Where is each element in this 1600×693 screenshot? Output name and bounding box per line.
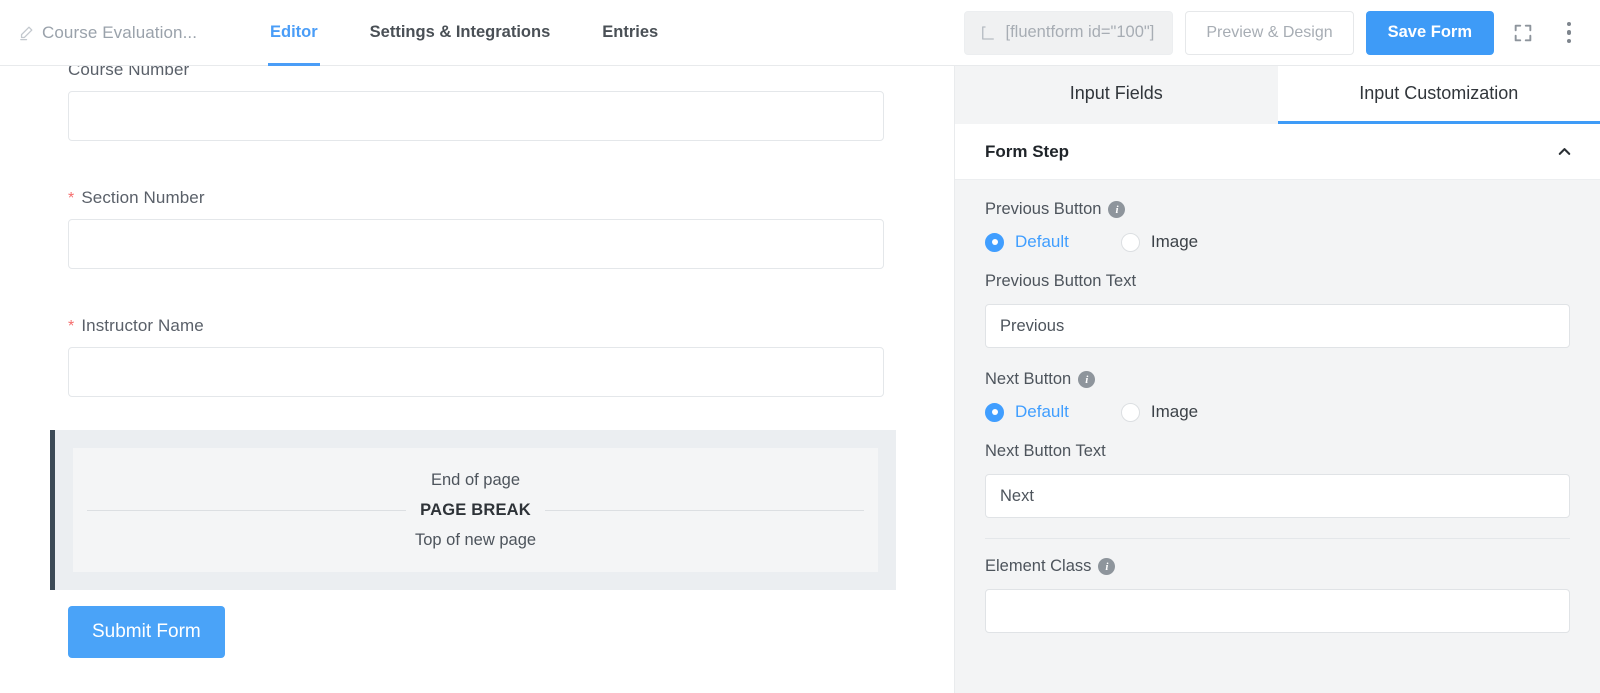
- field-label-section-number: * Section Number: [68, 188, 884, 208]
- nav-tab-settings-label: Settings & Integrations: [369, 23, 551, 41]
- pencil-icon: [18, 24, 35, 41]
- info-icon[interactable]: i: [1078, 371, 1096, 388]
- header-actions: [fluentform id="100"] Preview & Design S…: [963, 10, 1587, 55]
- radio-previous-image-label: Image: [1150, 232, 1199, 251]
- submit-form-button[interactable]: Submit Form: [68, 606, 225, 658]
- tab-input-customization[interactable]: Input Customization: [1277, 66, 1600, 124]
- tab-input-fields[interactable]: Input Fields: [955, 66, 1278, 124]
- setting-previous-button: Previous Button i Default Image Previous…: [985, 200, 1570, 348]
- setting-label-text: Next Button Text: [985, 442, 1106, 460]
- form-step-settings: Previous Button i Default Image Previous…: [955, 180, 1600, 693]
- form-step-title: Form Step: [985, 141, 1070, 161]
- radio-next-image[interactable]: Image: [1120, 402, 1199, 422]
- form-title: Course Evaluation...: [42, 22, 198, 42]
- nav-tab-editor-label: Editor: [270, 23, 318, 41]
- setting-label-next-button-text: Next Button Text: [985, 442, 1570, 461]
- radio-indicator: [985, 402, 1004, 422]
- setting-label-text: Previous Button: [985, 200, 1102, 218]
- form-builder-app: Course Evaluation... Editor Settings & I…: [0, 0, 1600, 693]
- shortcode-bracket-icon: [979, 24, 997, 42]
- form-canvas: Course Number * Section Number * Instruc…: [0, 66, 955, 693]
- page-break-line-right: [544, 509, 865, 511]
- form-step-section-header[interactable]: Form Step: [955, 124, 1600, 180]
- field-label-text: Section Number: [81, 188, 205, 207]
- page-break-top-text: End of page: [431, 470, 520, 489]
- form-title-group[interactable]: Course Evaluation...: [18, 23, 218, 43]
- main-nav: Editor Settings & Integrations Entries: [244, 0, 684, 66]
- tab-input-fields-label: Input Fields: [1069, 83, 1163, 103]
- kebab-dots: [1566, 21, 1572, 44]
- radio-indicator: [1120, 402, 1140, 422]
- shortcode-field[interactable]: [fluentform id="100"]: [963, 10, 1174, 55]
- settings-panel: Input Fields Input Customization Form St…: [955, 66, 1600, 693]
- field-label-text: Course Number: [68, 66, 190, 79]
- radio-next-default[interactable]: Default: [985, 402, 1069, 422]
- page-break-label: PAGE BREAK: [420, 500, 531, 519]
- radio-previous-default[interactable]: Default: [985, 232, 1069, 252]
- field-input-course-number[interactable]: [68, 91, 884, 141]
- setting-label-text: Element Class: [985, 557, 1092, 575]
- page-break-line-left: [87, 509, 407, 511]
- field-input-section-number[interactable]: [68, 219, 884, 269]
- setting-label-text: Next Button: [985, 370, 1072, 388]
- info-icon[interactable]: i: [1108, 201, 1126, 218]
- nav-tab-settings-integrations[interactable]: Settings & Integrations: [344, 0, 577, 65]
- field-label-instructor-name: * Instructor Name: [68, 316, 884, 336]
- radio-next-default-label: Default: [1015, 402, 1069, 421]
- chevron-up-icon[interactable]: [1555, 142, 1574, 161]
- setting-label-previous-button: Previous Button i: [985, 200, 1570, 219]
- form-field-course-number[interactable]: Course Number: [68, 66, 884, 141]
- settings-divider: [985, 538, 1570, 539]
- form-field-instructor-name[interactable]: * Instructor Name: [68, 316, 884, 397]
- app-body: Course Number * Section Number * Instruc…: [0, 66, 1600, 693]
- radio-previous-image[interactable]: Image: [1120, 232, 1199, 252]
- more-vertical-icon[interactable]: [1552, 16, 1586, 50]
- fullscreen-icon[interactable]: [1506, 16, 1540, 50]
- shortcode-text: [fluentform id="100"]: [1005, 23, 1155, 41]
- field-label-text: Instructor Name: [81, 316, 204, 335]
- element-class-input[interactable]: [985, 589, 1570, 633]
- page-break-block[interactable]: End of page PAGE BREAK Top of new page: [50, 430, 896, 590]
- field-input-instructor-name[interactable]: [68, 347, 884, 397]
- next-button-type-radios: Default Image: [985, 402, 1570, 422]
- panel-tabs: Input Fields Input Customization: [955, 66, 1600, 124]
- radio-next-image-label: Image: [1150, 402, 1199, 421]
- radio-previous-default-label: Default: [1015, 232, 1069, 251]
- page-break-inner: End of page PAGE BREAK Top of new page: [73, 448, 878, 572]
- setting-label-previous-button-text: Previous Button Text: [985, 272, 1570, 291]
- save-form-button[interactable]: Save Form: [1365, 10, 1494, 55]
- setting-label-text: Previous Button Text: [985, 272, 1137, 290]
- info-icon[interactable]: i: [1098, 558, 1116, 575]
- preview-design-button[interactable]: Preview & Design: [1185, 10, 1354, 55]
- app-header: Course Evaluation... Editor Settings & I…: [0, 0, 1600, 66]
- previous-button-type-radios: Default Image: [985, 232, 1570, 252]
- setting-label-element-class: Element Class i: [985, 557, 1570, 576]
- page-break-bottom-text: Top of new page: [414, 530, 537, 549]
- required-asterisk: *: [68, 190, 75, 207]
- nav-tab-entries[interactable]: Entries: [576, 0, 684, 65]
- tab-input-customization-label: Input Customization: [1359, 83, 1519, 103]
- radio-indicator: [985, 232, 1004, 252]
- form-field-section-number[interactable]: * Section Number: [68, 188, 884, 269]
- setting-next-button: Next Button i Default Image Next Button …: [985, 370, 1570, 518]
- next-button-text-input[interactable]: [985, 474, 1570, 518]
- nav-tab-entries-label: Entries: [602, 23, 659, 41]
- previous-button-text-input[interactable]: [985, 304, 1570, 348]
- nav-tab-editor[interactable]: Editor: [244, 0, 344, 66]
- required-asterisk: *: [68, 318, 75, 335]
- setting-label-next-button: Next Button i: [985, 370, 1570, 389]
- radio-indicator: [1120, 232, 1140, 252]
- field-label-course-number: Course Number: [68, 66, 884, 80]
- page-break-divider-row: PAGE BREAK: [73, 501, 878, 520]
- setting-element-class: Element Class i: [985, 557, 1570, 633]
